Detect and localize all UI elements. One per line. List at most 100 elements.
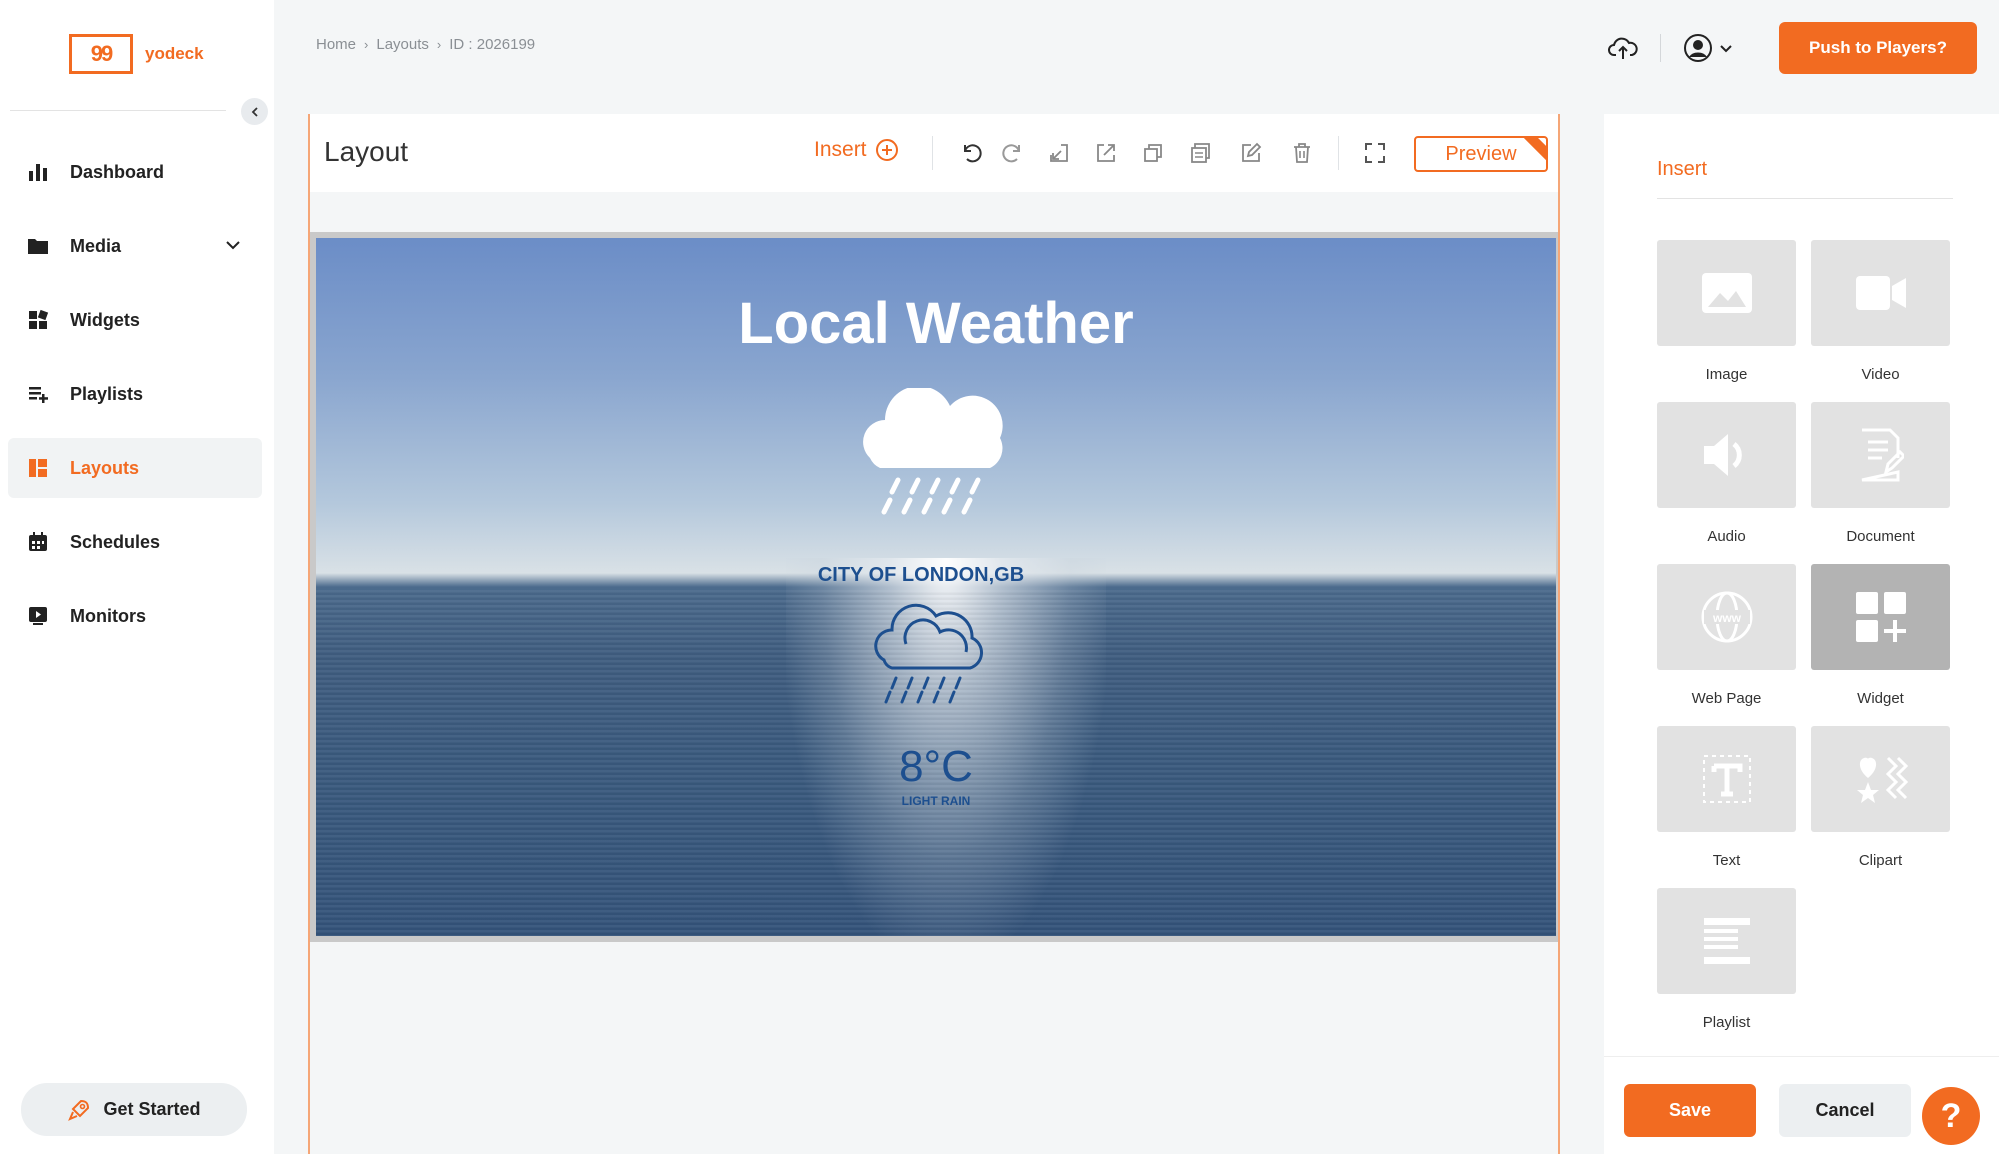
tile-label: Playlist [1702, 1014, 1751, 1031]
bring-front-icon[interactable] [1093, 140, 1119, 166]
sidebar-item-media[interactable]: Media [8, 216, 262, 276]
tile-label: Text [1712, 852, 1741, 869]
sidebar-item-layouts[interactable]: Layouts [8, 438, 262, 498]
save-button[interactable]: Save [1624, 1084, 1756, 1137]
widget-add-icon [1855, 592, 1906, 642]
insert-image-tile[interactable]: Image [1657, 240, 1796, 383]
video-icon [1855, 276, 1906, 310]
fullscreen-icon[interactable] [1362, 140, 1388, 166]
sidebar-item-label: Monitors [70, 605, 146, 626]
sidebar-item-label: Media [70, 235, 122, 256]
sidebar: 99 yodeck Dashboard Media Widgets Playli… [0, 0, 274, 1154]
copy-icon[interactable] [1187, 140, 1213, 166]
weather-temperature: 8°C [899, 742, 973, 791]
undo-icon[interactable] [958, 140, 984, 166]
push-to-players-button[interactable]: Push to Players? [1779, 22, 1977, 74]
image-icon [1701, 273, 1752, 313]
sidebar-nav: Dashboard Media Widgets Playlists Layout… [8, 142, 262, 660]
preview-label: Preview [1445, 142, 1517, 165]
insert-widget-tile[interactable]: Widget [1811, 564, 1950, 707]
collapse-sidebar-button[interactable] [241, 98, 268, 125]
tile-label: Document [1846, 528, 1915, 545]
insert-audio-tile[interactable]: Audio [1657, 402, 1796, 545]
sidebar-item-playlists[interactable]: Playlists [8, 364, 262, 424]
toolbar-divider [1338, 136, 1339, 170]
help-button[interactable]: ? [1922, 1087, 1980, 1145]
sidebar-item-widgets[interactable]: Widgets [8, 290, 262, 350]
tile-label: Clipart [1858, 852, 1903, 869]
user-menu[interactable] [1683, 33, 1733, 63]
text-icon [1702, 755, 1751, 803]
sidebar-item-label: Dashboard [70, 161, 165, 182]
tile-label: Image [1705, 366, 1748, 383]
get-started-button[interactable]: Get Started [21, 1083, 247, 1136]
insert-webpage-tile[interactable]: www Web Page [1657, 564, 1796, 707]
chevron-left-icon [251, 106, 258, 117]
document-icon [1861, 428, 1904, 482]
cancel-button[interactable]: Cancel [1779, 1084, 1911, 1137]
sidebar-item-schedules[interactable]: Schedules [8, 512, 262, 572]
sidebar-item-label: Layouts [70, 457, 140, 478]
logo[interactable]: 99 yodeck [69, 34, 204, 74]
insert-label: Insert [814, 138, 867, 161]
preview-button[interactable]: Preview [1414, 136, 1548, 172]
folder-icon [26, 234, 50, 258]
rocket-icon [68, 1099, 90, 1121]
edit-icon[interactable] [1238, 140, 1264, 166]
sidebar-divider [10, 110, 226, 111]
insert-text-tile[interactable]: Text [1657, 726, 1796, 869]
layout-title: Layout [324, 136, 409, 167]
logo-text: yodeck [145, 44, 204, 63]
layouts-icon [26, 456, 50, 480]
weather-title: Local Weather [738, 291, 1134, 356]
top-actions: Push to Players? [1608, 22, 1977, 74]
plus-circle-icon [875, 139, 898, 161]
get-started-label: Get Started [103, 1099, 201, 1119]
playlist-icon [26, 382, 50, 406]
redo-icon[interactable] [1000, 140, 1026, 166]
rain-cloud-icon [863, 388, 1003, 515]
bring-back-icon[interactable] [1046, 140, 1072, 166]
sidebar-item-label: Playlists [70, 383, 144, 404]
sidebar-item-dashboard[interactable]: Dashboard [8, 142, 262, 202]
header-divider [1660, 34, 1661, 62]
chevron-down-icon [1720, 45, 1732, 53]
tile-label: Video [1861, 366, 1900, 383]
sidebar-item-label: Widgets [70, 309, 140, 330]
layout-editor: Layout Insert Preview Local Weather CITY… [308, 114, 1560, 1154]
playlist-lines-icon [1703, 918, 1750, 964]
delete-icon[interactable] [1289, 140, 1315, 166]
tile-label: Audio [1707, 528, 1746, 545]
insert-button[interactable]: Insert [814, 138, 899, 162]
insert-document-tile[interactable]: Document [1811, 402, 1950, 545]
sidebar-item-monitors[interactable]: Monitors [8, 586, 262, 646]
clipart-icon [1856, 756, 1908, 803]
insert-panel-title: Insert [1657, 158, 1708, 180]
breadcrumb-id: ID : 2026199 [449, 36, 536, 53]
monitor-icon [26, 604, 50, 628]
editor-toolbar: Layout Insert Preview [310, 114, 1558, 192]
chevron-down-icon[interactable] [224, 236, 242, 254]
insert-clipart-tile[interactable]: Clipart [1811, 726, 1950, 869]
layout-canvas[interactable]: Local Weather CITY OF LONDON,GB 8°C LIGH… [316, 238, 1556, 936]
rain-cloud-outline-icon [874, 603, 983, 704]
user-avatar-icon [1684, 34, 1712, 62]
weather-condition: LIGHT RAIN [901, 794, 971, 808]
audio-icon [1703, 434, 1742, 476]
breadcrumb-layouts[interactable]: Layouts [376, 36, 429, 53]
insert-video-tile[interactable]: Video [1811, 240, 1950, 383]
toolbar-divider [932, 136, 933, 170]
editor-footer: Save Cancel ? [1604, 1056, 1999, 1154]
preview-ribbon [1520, 138, 1546, 163]
duplicate-icon[interactable] [1140, 140, 1166, 166]
insert-playlist-tile[interactable]: Playlist [1657, 888, 1796, 1031]
calendar-icon [26, 530, 50, 554]
breadcrumb: Home › Layouts › ID : 2026199 [316, 36, 535, 53]
insert-panel-divider [1657, 198, 1953, 199]
globe-icon: www [1701, 591, 1752, 643]
breadcrumb-home[interactable]: Home [316, 36, 356, 53]
insert-panel: Insert Image Video Audio Document www We… [1604, 114, 1999, 1056]
weather-city: CITY OF LONDON,GB [817, 564, 1025, 586]
cloud-upload-icon[interactable] [1608, 33, 1638, 63]
svg-text:www: www [1711, 611, 1741, 625]
